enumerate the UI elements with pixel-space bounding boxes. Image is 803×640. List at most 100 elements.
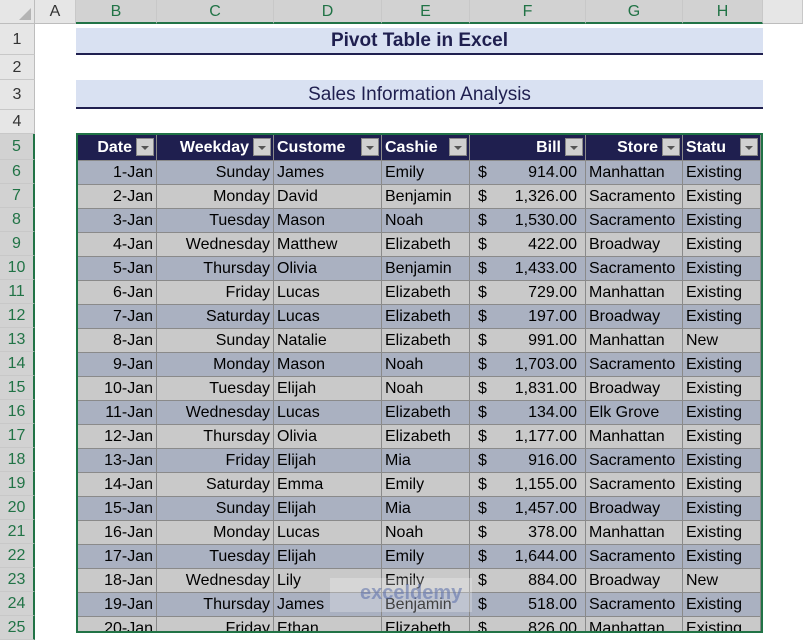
table-cell[interactable]: Existing <box>683 233 761 256</box>
table-cell[interactable]: Tuesday <box>157 377 274 400</box>
table-cell[interactable]: Noah <box>382 209 470 232</box>
table-cell[interactable]: Noah <box>382 353 470 376</box>
table-cell[interactable]: Existing <box>683 617 761 631</box>
table-cell[interactable]: Lucas <box>274 521 382 544</box>
table-cell[interactable]: Emily <box>382 545 470 568</box>
table-cell[interactable]: Manhattan <box>586 161 683 184</box>
table-cell[interactable]: $1,177.00 <box>470 425 586 448</box>
row-header-3[interactable]: 3 <box>0 80 35 110</box>
table-cell[interactable]: $1,644.00 <box>470 545 586 568</box>
table-cell[interactable]: Noah <box>382 377 470 400</box>
table-cell[interactable]: $1,703.00 <box>470 353 586 376</box>
table-cell[interactable]: $518.00 <box>470 593 586 616</box>
table-cell[interactable]: 5-Jan <box>78 257 157 280</box>
table-cell[interactable]: Benjamin <box>382 185 470 208</box>
table-cell[interactable]: 18-Jan <box>78 569 157 592</box>
table-cell[interactable]: $1,831.00 <box>470 377 586 400</box>
table-cell[interactable]: 12-Jan <box>78 425 157 448</box>
table-cell[interactable]: Existing <box>683 185 761 208</box>
table-cell[interactable]: Elizabeth <box>382 329 470 352</box>
table-cell[interactable]: Wednesday <box>157 401 274 424</box>
column-header-next[interactable] <box>763 0 803 24</box>
column-header-B[interactable]: B <box>76 0 157 24</box>
table-cell[interactable]: Tuesday <box>157 545 274 568</box>
table-cell[interactable]: Thursday <box>157 425 274 448</box>
table-cell[interactable]: Mason <box>274 353 382 376</box>
row-header-14[interactable]: 14 <box>0 352 35 376</box>
table-cell[interactable]: Mason <box>274 209 382 232</box>
table-cell[interactable]: Manhattan <box>586 521 683 544</box>
table-cell[interactable]: Existing <box>683 377 761 400</box>
row-header-13[interactable]: 13 <box>0 328 35 352</box>
table-cell[interactable]: Broadway <box>586 233 683 256</box>
row-header-16[interactable]: 16 <box>0 400 35 424</box>
table-cell[interactable]: New <box>683 329 761 352</box>
table-cell[interactable]: Elizabeth <box>382 281 470 304</box>
table-cell[interactable]: $1,155.00 <box>470 473 586 496</box>
row-header-23[interactable]: 23 <box>0 568 35 592</box>
table-cell[interactable]: $1,457.00 <box>470 497 586 520</box>
table-cell[interactable]: Existing <box>683 305 761 328</box>
row-header-11[interactable]: 11 <box>0 280 35 304</box>
row-header-18[interactable]: 18 <box>0 448 35 472</box>
table-cell[interactable]: Friday <box>157 449 274 472</box>
row-header-8[interactable]: 8 <box>0 208 35 232</box>
select-all-corner[interactable] <box>0 0 35 24</box>
table-cell[interactable]: Existing <box>683 497 761 520</box>
table-cell[interactable]: Sacramento <box>586 185 683 208</box>
column-header-C[interactable]: C <box>157 0 274 24</box>
row-header-5[interactable]: 5 <box>0 134 35 160</box>
table-cell[interactable]: Thursday <box>157 257 274 280</box>
table-cell[interactable]: 7-Jan <box>78 305 157 328</box>
table-cell[interactable]: 10-Jan <box>78 377 157 400</box>
table-cell[interactable]: Friday <box>157 617 274 631</box>
table-cell[interactable]: Thursday <box>157 593 274 616</box>
table-cell[interactable]: Existing <box>683 425 761 448</box>
table-cell[interactable]: 3-Jan <box>78 209 157 232</box>
table-cell[interactable]: Existing <box>683 545 761 568</box>
table-cell[interactable]: 16-Jan <box>78 521 157 544</box>
table-cell[interactable]: 13-Jan <box>78 449 157 472</box>
table-cell[interactable]: Elijah <box>274 377 382 400</box>
table-cell[interactable]: Existing <box>683 401 761 424</box>
table-cell[interactable]: $378.00 <box>470 521 586 544</box>
row-header-6[interactable]: 6 <box>0 160 35 184</box>
table-cell[interactable]: Sunday <box>157 161 274 184</box>
table-cell[interactable]: Elijah <box>274 449 382 472</box>
row-header-17[interactable]: 17 <box>0 424 35 448</box>
table-cell[interactable]: $197.00 <box>470 305 586 328</box>
table-cell[interactable]: Manhattan <box>586 281 683 304</box>
table-cell[interactable]: Tuesday <box>157 209 274 232</box>
table-cell[interactable]: Existing <box>683 473 761 496</box>
table-cell[interactable]: 1-Jan <box>78 161 157 184</box>
table-cell[interactable]: Wednesday <box>157 569 274 592</box>
table-cell[interactable]: Manhattan <box>586 617 683 631</box>
table-cell[interactable]: Saturday <box>157 473 274 496</box>
table-cell[interactable]: Broadway <box>586 377 683 400</box>
table-cell[interactable]: Sacramento <box>586 257 683 280</box>
table-cell[interactable]: Sacramento <box>586 473 683 496</box>
row-header-4[interactable]: 4 <box>0 110 35 134</box>
table-cell[interactable]: Matthew <box>274 233 382 256</box>
table-cell[interactable]: Noah <box>382 521 470 544</box>
table-cell[interactable]: 9-Jan <box>78 353 157 376</box>
table-cell[interactable]: 8-Jan <box>78 329 157 352</box>
row-header-19[interactable]: 19 <box>0 472 35 496</box>
table-cell[interactable]: James <box>274 161 382 184</box>
table-cell[interactable]: Elijah <box>274 497 382 520</box>
table-cell[interactable]: 4-Jan <box>78 233 157 256</box>
table-cell[interactable]: 17-Jan <box>78 545 157 568</box>
table-cell[interactable]: $1,530.00 <box>470 209 586 232</box>
table-cell[interactable]: 20-Jan <box>78 617 157 631</box>
column-header-E[interactable]: E <box>382 0 470 24</box>
table-cell[interactable]: Sacramento <box>586 353 683 376</box>
table-cell[interactable]: Existing <box>683 353 761 376</box>
table-cell[interactable]: Existing <box>683 161 761 184</box>
row-header-24[interactable]: 24 <box>0 592 35 616</box>
table-cell[interactable]: Lucas <box>274 281 382 304</box>
filter-dropdown-icon[interactable] <box>662 138 680 156</box>
table-cell[interactable]: Sunday <box>157 329 274 352</box>
table-cell[interactable]: Broadway <box>586 497 683 520</box>
table-cell[interactable]: Emily <box>382 161 470 184</box>
table-cell[interactable]: Broadway <box>586 569 683 592</box>
